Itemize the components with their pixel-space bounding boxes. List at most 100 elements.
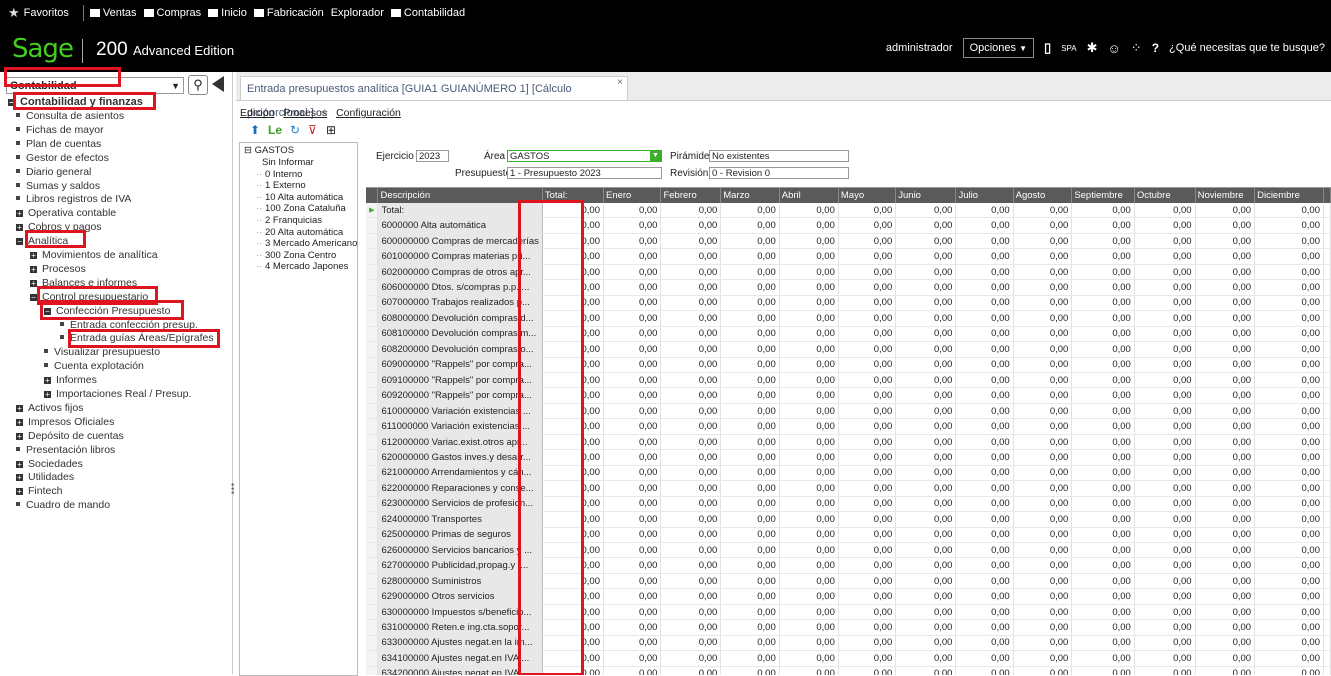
month-cell[interactable]: 0,00 [838, 635, 897, 652]
month-cell[interactable]: 0,00 [1134, 650, 1196, 667]
month-cell[interactable]: 0,00 [838, 434, 897, 451]
month-cell[interactable]: 0,00 [603, 496, 662, 513]
month-cell[interactable]: 0,00 [1071, 295, 1135, 312]
row-selector[interactable] [366, 449, 379, 466]
month-cell[interactable]: 0,00 [603, 248, 662, 265]
month-cell[interactable]: 0,00 [955, 372, 1014, 389]
month-cell[interactable]: 0,00 [720, 372, 780, 389]
month-cell[interactable]: 0,00 [1071, 264, 1135, 281]
month-cell[interactable]: 0,00 [955, 465, 1014, 482]
month-cell[interactable]: 0,00 [838, 217, 897, 234]
month-cell[interactable]: 0,00 [603, 310, 662, 327]
sidebar-item[interactable]: Gestor de efectos [16, 152, 109, 164]
month-cell[interactable]: 0,00 [720, 403, 780, 420]
row-selector[interactable] [366, 619, 379, 636]
month-cell[interactable]: 0,00 [779, 310, 839, 327]
row-selector[interactable] [366, 310, 379, 327]
row-selector[interactable] [366, 248, 379, 265]
month-cell[interactable]: 0,00 [720, 496, 780, 513]
month-cell[interactable]: 0,00 [1071, 217, 1135, 234]
row-selector[interactable] [366, 217, 379, 234]
month-cell[interactable]: 0,00 [1013, 465, 1073, 482]
month-cell[interactable]: 0,00 [838, 326, 897, 343]
month-cell[interactable]: 0,00 [1254, 203, 1324, 219]
gear-icon[interactable]: ✱ [1087, 40, 1098, 56]
month-cell[interactable]: 0,00 [603, 434, 662, 451]
table-row[interactable]: 602000000 Compras de otros apr... 0,00 0,0… [366, 264, 1331, 281]
sidebar-item[interactable]: + Importaciones Real / Presup. [44, 388, 191, 400]
table-row[interactable]: 608100000 Devolución compras m... 0,00 0,0… [366, 326, 1331, 343]
table-row[interactable]: 620000000 Gastos inves.y desarr... 0,00 0,… [366, 449, 1331, 466]
column-header[interactable]: Diciembre [1254, 188, 1324, 203]
month-cell[interactable]: 0,00 [895, 557, 957, 574]
table-row[interactable]: 609200000 "Rappels" por compra... 0,00 0,0… [366, 387, 1331, 404]
month-cell[interactable]: 0,00 [955, 387, 1014, 404]
month-cell[interactable]: 0,00 [955, 480, 1014, 497]
month-cell[interactable]: 0,00 [660, 542, 722, 559]
month-cell[interactable]: 0,00 [603, 604, 662, 621]
month-cell[interactable]: 0,00 [779, 387, 839, 404]
month-cell[interactable]: 0,00 [660, 573, 722, 590]
month-cell[interactable]: 0,00 [1071, 557, 1135, 574]
area-tree-item[interactable]: ·· 20 Alta automática [256, 227, 343, 238]
row-selector[interactable] [366, 295, 379, 312]
month-cell[interactable]: 0,00 [895, 279, 957, 296]
month-cell[interactable]: 0,00 [660, 635, 722, 652]
month-cell[interactable]: 0,00 [1254, 588, 1324, 605]
row-selector[interactable] [366, 403, 379, 420]
month-cell[interactable]: 0,00 [1071, 511, 1135, 528]
month-cell[interactable]: 0,00 [1195, 418, 1256, 435]
tab-presupuestos[interactable]: Entrada presupuestos analítica [GUIA1 GU… [240, 76, 628, 119]
month-cell[interactable]: 0,00 [779, 357, 839, 373]
month-cell[interactable]: 0,00 [955, 527, 1014, 543]
month-cell[interactable]: 0,00 [603, 418, 662, 435]
month-cell[interactable]: 0,00 [1254, 465, 1324, 482]
month-cell[interactable]: 0,00 [1134, 635, 1196, 652]
sidebar-item[interactable]: + Sociedades [16, 458, 83, 470]
column-header[interactable]: Agosto [1013, 188, 1073, 203]
table-row[interactable]: 610000000 Variación existencias ... 0,00 0… [366, 403, 1331, 420]
month-cell[interactable]: 0,00 [1195, 480, 1256, 497]
month-cell[interactable]: 0,00 [603, 203, 662, 219]
area-tree-item[interactable]: Sin Informar [262, 157, 314, 168]
month-cell[interactable]: 0,00 [660, 217, 722, 234]
month-cell[interactable]: 0,00 [603, 217, 662, 234]
month-cell[interactable]: 0,00 [1013, 310, 1073, 327]
month-cell[interactable]: 0,00 [603, 650, 662, 667]
month-cell[interactable]: 0,00 [603, 527, 662, 543]
sidebar-item[interactable]: + Operativa contable [16, 207, 116, 219]
month-cell[interactable]: 0,00 [1195, 372, 1256, 389]
month-cell[interactable]: 0,00 [779, 650, 839, 667]
month-cell[interactable]: 0,00 [895, 604, 957, 621]
month-cell[interactable]: 0,00 [1071, 619, 1135, 636]
month-cell[interactable]: 0,00 [1254, 542, 1324, 559]
month-cell[interactable]: 0,00 [955, 650, 1014, 667]
month-cell[interactable]: 0,00 [779, 233, 839, 250]
month-cell[interactable]: 0,00 [838, 279, 897, 296]
month-cell[interactable]: 0,00 [895, 217, 957, 234]
month-cell[interactable]: 0,00 [955, 248, 1014, 265]
month-cell[interactable]: 0,00 [1134, 588, 1196, 605]
column-header[interactable]: Enero [603, 188, 662, 203]
month-cell[interactable]: 0,00 [603, 511, 662, 528]
month-cell[interactable]: 0,00 [1254, 496, 1324, 513]
table-row[interactable]: 612000000 Variac.exist.otros apr... 0,00 0… [366, 434, 1331, 451]
month-cell[interactable]: 0,00 [603, 233, 662, 250]
sidebar-item[interactable]: Cuadro de mando [16, 499, 110, 511]
table-row[interactable]: 609000000 "Rappels" por compra... 0,00 0,0… [366, 357, 1331, 373]
month-cell[interactable]: 0,00 [1134, 326, 1196, 343]
month-cell[interactable]: 0,00 [1013, 588, 1073, 605]
month-cell[interactable]: 0,00 [1134, 357, 1196, 373]
month-cell[interactable]: 0,00 [895, 588, 957, 605]
month-cell[interactable]: 0,00 [1195, 341, 1256, 358]
month-cell[interactable]: 0,00 [838, 264, 897, 281]
month-cell[interactable]: 0,00 [1071, 203, 1135, 219]
month-cell[interactable]: 0,00 [1071, 449, 1135, 466]
area-tree-root[interactable]: ⊟ GASTOS [244, 145, 294, 156]
month-cell[interactable]: 0,00 [895, 295, 957, 312]
month-cell[interactable]: 0,00 [603, 264, 662, 281]
month-cell[interactable]: 0,00 [1013, 357, 1073, 373]
month-cell[interactable]: 0,00 [838, 480, 897, 497]
month-cell[interactable]: 0,00 [838, 403, 897, 420]
month-cell[interactable]: 0,00 [603, 341, 662, 358]
